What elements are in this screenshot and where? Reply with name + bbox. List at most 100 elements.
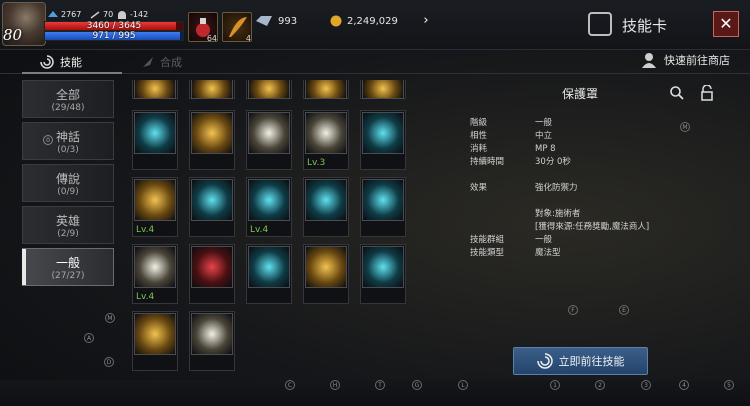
detail-row-grade: 階級 一般 — [470, 116, 552, 128]
gem-currency: 993 — [256, 12, 326, 30]
skill-card[interactable] — [189, 311, 235, 371]
stat-a-value: 2767 — [61, 10, 82, 19]
skill-card[interactable] — [360, 110, 406, 170]
map-marker: H — [330, 380, 340, 390]
blue-book-icon — [248, 246, 290, 288]
skill-card[interactable] — [132, 110, 178, 170]
category-myth-count: (0/3) — [57, 145, 79, 155]
skill-partial-icon-5 — [362, 80, 404, 99]
glowing-sword-icon — [362, 112, 404, 154]
red-book-icon — [191, 246, 233, 288]
stat-b-value: 70 — [103, 10, 114, 19]
close-button[interactable]: ✕ — [713, 11, 739, 37]
skill-card[interactable]: Lv.3 — [303, 110, 349, 170]
category-legend-label: 傳說 — [55, 172, 80, 186]
top-status-bar: 80 2767 70 -142 3460 / 3645 971 / 995 64… — [0, 0, 750, 50]
guardian-shield-icon — [305, 112, 347, 154]
skill-card[interactable] — [246, 80, 292, 99]
map-marker: F — [568, 305, 578, 315]
affinity-value: 中立 — [535, 131, 553, 141]
map-marker: L — [458, 380, 468, 390]
skill-card[interactable] — [246, 110, 292, 170]
skill-card[interactable] — [246, 244, 292, 304]
skill-level: Lv.4 — [250, 225, 269, 235]
skill-card[interactable] — [360, 244, 406, 304]
go-to-skill-button[interactable]: 立即前往技能 — [513, 347, 648, 375]
sword-burst-icon — [134, 179, 176, 221]
skill-card[interactable] — [132, 311, 178, 371]
helmet-icon — [117, 10, 127, 19]
skill-card[interactable] — [132, 80, 178, 99]
skill-card[interactable] — [189, 177, 235, 237]
category-normal-label: 一般 — [55, 256, 80, 270]
sword-clock-icon — [362, 179, 404, 221]
character-level: 80 — [3, 26, 23, 44]
category-myth[interactable]: 0 神話 (0/3) — [22, 122, 114, 160]
craft-icon — [143, 57, 153, 67]
category-normal[interactable]: 一般 (27/27) — [22, 248, 114, 286]
map-marker: 2 — [595, 380, 605, 390]
crown-sparkle-icon — [191, 112, 233, 154]
buff-scroll-count: 4 — [245, 34, 251, 43]
hp-text: 3460 / 3645 — [86, 21, 142, 31]
hp-potion-count: 64 — [206, 34, 217, 43]
skill-partial-icon-3 — [248, 80, 290, 99]
skill-card[interactable] — [360, 177, 406, 237]
target-text: 對象:施術者 — [535, 209, 581, 219]
hp-potion-slot[interactable]: 64 — [188, 12, 218, 43]
grade-value: 一般 — [535, 118, 553, 128]
map-marker: C — [285, 380, 295, 390]
map-marker: 5 — [724, 380, 734, 390]
stat-a: 2767 — [48, 10, 81, 19]
category-legend-count: (0/9) — [57, 187, 79, 197]
skill-card-screen: 80 2767 70 -142 3460 / 3645 971 / 995 64… — [0, 0, 750, 406]
cost-value: MP 8 — [535, 144, 556, 154]
affinity-label: 相性 — [470, 131, 488, 141]
map-marker: D — [104, 357, 114, 367]
skill-card[interactable] — [303, 80, 349, 99]
stat-c-value: -142 — [130, 10, 149, 19]
buff-scroll-slot[interactable]: 4 — [222, 12, 252, 43]
category-myth-label: 神話 — [55, 130, 80, 144]
cost-label: 消耗 — [470, 144, 488, 154]
skill-level: Lv.4 — [136, 292, 155, 302]
map-marker: E — [619, 305, 629, 315]
skill-card[interactable]: Lv.4 — [246, 177, 292, 237]
search-icon[interactable] — [670, 86, 684, 100]
map-marker: M — [680, 122, 690, 132]
group-value: 一般 — [535, 235, 553, 245]
mp-text: 971 / 995 — [92, 31, 136, 41]
rune-stone-icon — [134, 313, 176, 355]
group-label: 技能群組 — [470, 235, 505, 245]
detail-row-type: 技能類型 魔法型 — [470, 246, 561, 258]
skill-card[interactable] — [303, 177, 349, 237]
skill-card[interactable] — [360, 80, 406, 99]
skill-card[interactable] — [189, 110, 235, 170]
skill-card[interactable]: Lv.4 — [132, 244, 178, 304]
merchant-icon — [642, 53, 656, 68]
lock-icon[interactable] — [700, 85, 714, 101]
skill-card[interactable] — [189, 80, 235, 99]
skill-card[interactable] — [303, 244, 349, 304]
category-all[interactable]: 全部 (29/48) — [22, 80, 114, 118]
sun-gear-icon — [191, 179, 233, 221]
category-legend[interactable]: 傳說 (0/9) — [22, 164, 114, 202]
map-marker: 4 — [679, 380, 689, 390]
category-hero[interactable]: 英雄 (2/9) — [22, 206, 114, 244]
skill-name: 保護罩 — [561, 87, 598, 101]
fire-orb-icon — [305, 246, 347, 288]
map-marker: T — [375, 380, 385, 390]
wing-icon — [48, 10, 58, 19]
quick-shop-button[interactable]: 快速前往商店 — [640, 52, 730, 68]
map-marker: A — [84, 333, 94, 343]
type-label: 技能類型 — [470, 248, 505, 258]
tab-craft[interactable]: 合成 — [142, 54, 182, 70]
currency-next-button[interactable]: › — [417, 12, 435, 30]
stat-b: 70 — [90, 10, 113, 19]
skill-card[interactable]: Lv.4 — [132, 177, 178, 237]
skill-card[interactable] — [189, 244, 235, 304]
detail-row-affinity: 相性 中立 — [470, 129, 552, 141]
tab-skills[interactable]: 技能 — [40, 54, 82, 70]
skill-detail-panel: 保護罩 階級 一般 相性 中立 消耗 MP 8 持續時間 30分 0秒 效果 強化防禦力 … — [470, 80, 730, 380]
map-marker: M — [105, 313, 115, 323]
